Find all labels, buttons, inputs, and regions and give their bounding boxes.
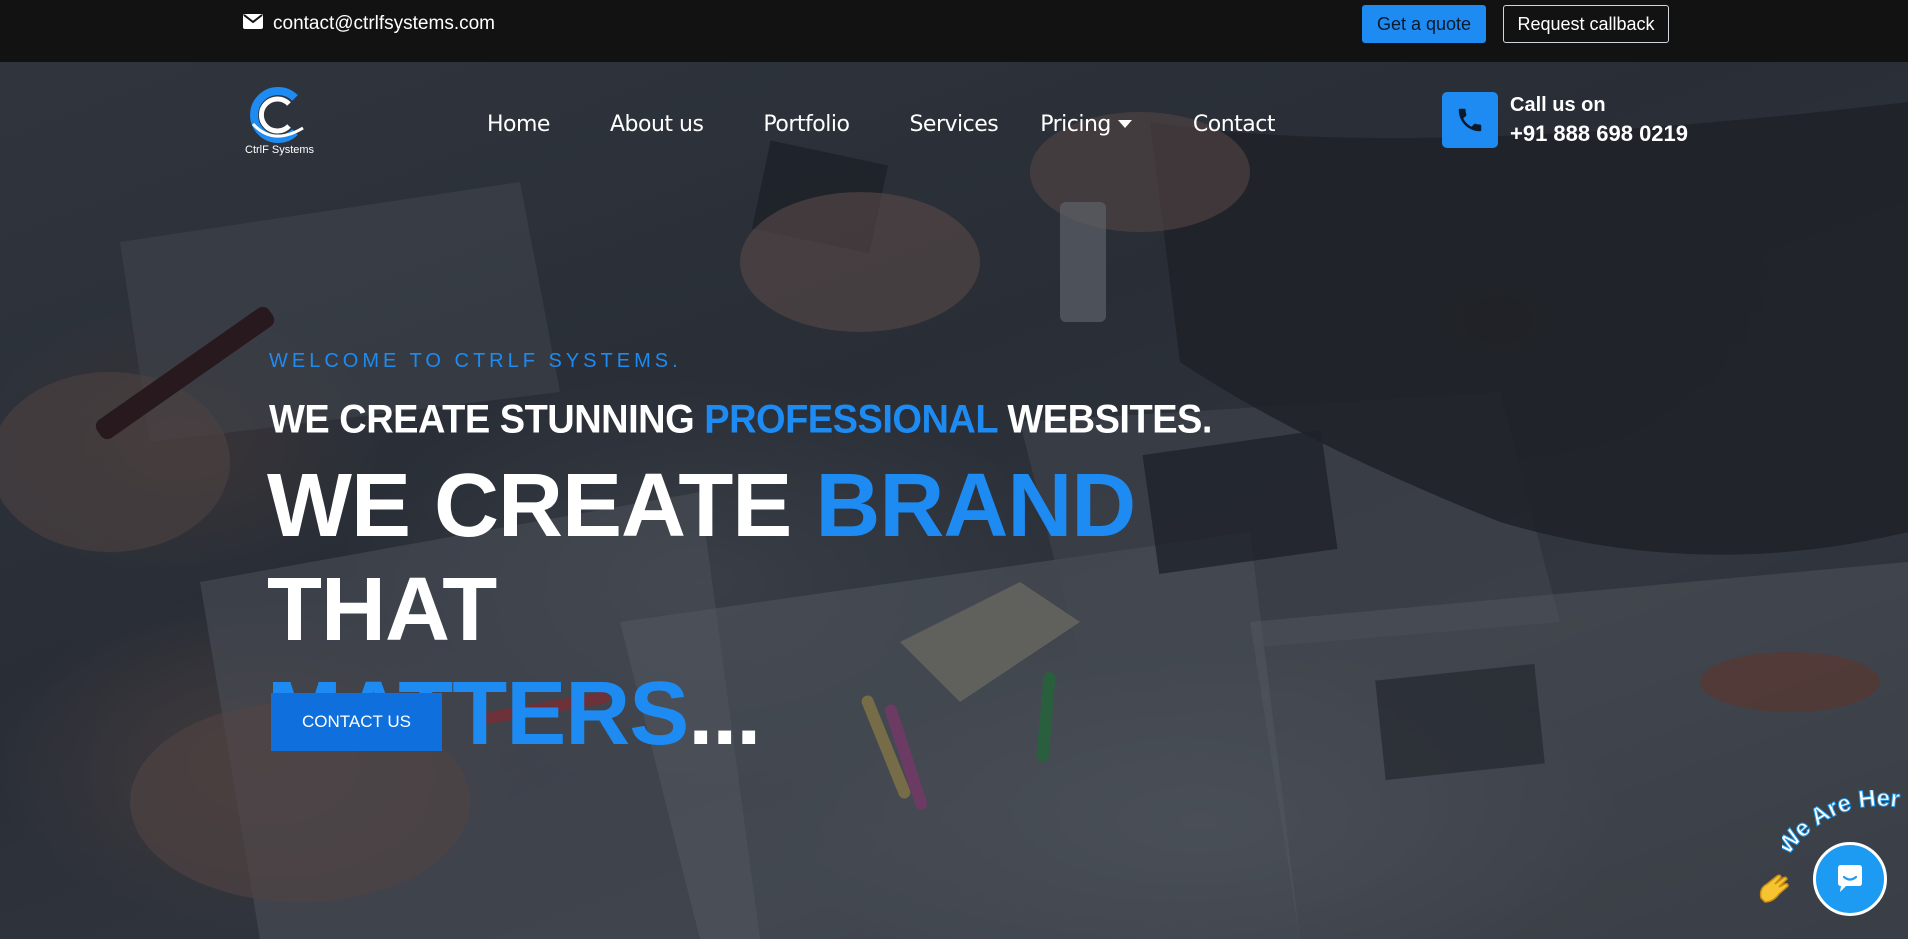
headline-accent: BRAND xyxy=(815,456,1136,556)
nav-about-us[interactable]: About us xyxy=(610,106,704,142)
phone-icon xyxy=(1442,92,1498,148)
ctrlf-logo-icon xyxy=(250,87,304,143)
call-us-number[interactable]: +91 888 698 0219 xyxy=(1510,118,1688,150)
nav-contact[interactable]: Contact xyxy=(1193,106,1276,142)
nav-pricing-label: Pricing xyxy=(1040,111,1111,137)
hero-section: CtrlF Systems Home About us Portfolio Se… xyxy=(0,62,1908,939)
nav-portfolio[interactable]: Portfolio xyxy=(763,106,850,142)
contact-us-button[interactable]: CONTACT US xyxy=(271,693,442,751)
nav-home[interactable]: Home xyxy=(487,106,550,142)
chat-bubble-button[interactable] xyxy=(1813,842,1887,916)
nav-pricing[interactable]: Pricing xyxy=(1040,106,1133,142)
contact-email-text: contact@ctrlfsystems.com xyxy=(273,13,495,34)
hero-subheading: WE CREATE STUNNING PROFESSIONAL WEBSITES… xyxy=(269,398,1212,443)
get-a-quote-button[interactable]: Get a quote xyxy=(1362,5,1486,43)
call-us-block[interactable]: Call us on +91 888 698 0219 xyxy=(1442,92,1688,150)
subhead-accent: PROFESSIONAL xyxy=(704,398,998,443)
top-bar: contact@ctrlfsystems.com Get a quote Req… xyxy=(0,0,1908,62)
subhead-post: WEBSITES. xyxy=(997,398,1212,443)
call-us-label: Call us on xyxy=(1510,94,1606,116)
welcome-text: WELCOME TO CTRLF SYSTEMS. xyxy=(269,350,682,372)
main-nav: Home About us Portfolio Services Pricing… xyxy=(487,106,1275,142)
waving-hand-icon xyxy=(1753,868,1793,917)
nav-services[interactable]: Services xyxy=(909,106,998,142)
caret-down-icon xyxy=(1117,120,1132,128)
envelope-icon xyxy=(243,13,263,35)
headline-pre: WE CREATE xyxy=(267,456,816,556)
site-logo[interactable]: CtrlF Systems xyxy=(243,84,321,162)
headline-mid: THAT xyxy=(267,560,497,660)
chat-bubble-icon xyxy=(1838,865,1862,892)
headline-line2-post: ... xyxy=(688,664,761,764)
request-callback-button[interactable]: Request callback xyxy=(1503,5,1669,43)
logo-text: CtrlF Systems xyxy=(245,144,315,156)
subhead-pre: WE CREATE STUNNING xyxy=(269,398,705,443)
contact-email[interactable]: contact@ctrlfsystems.com xyxy=(243,12,495,36)
